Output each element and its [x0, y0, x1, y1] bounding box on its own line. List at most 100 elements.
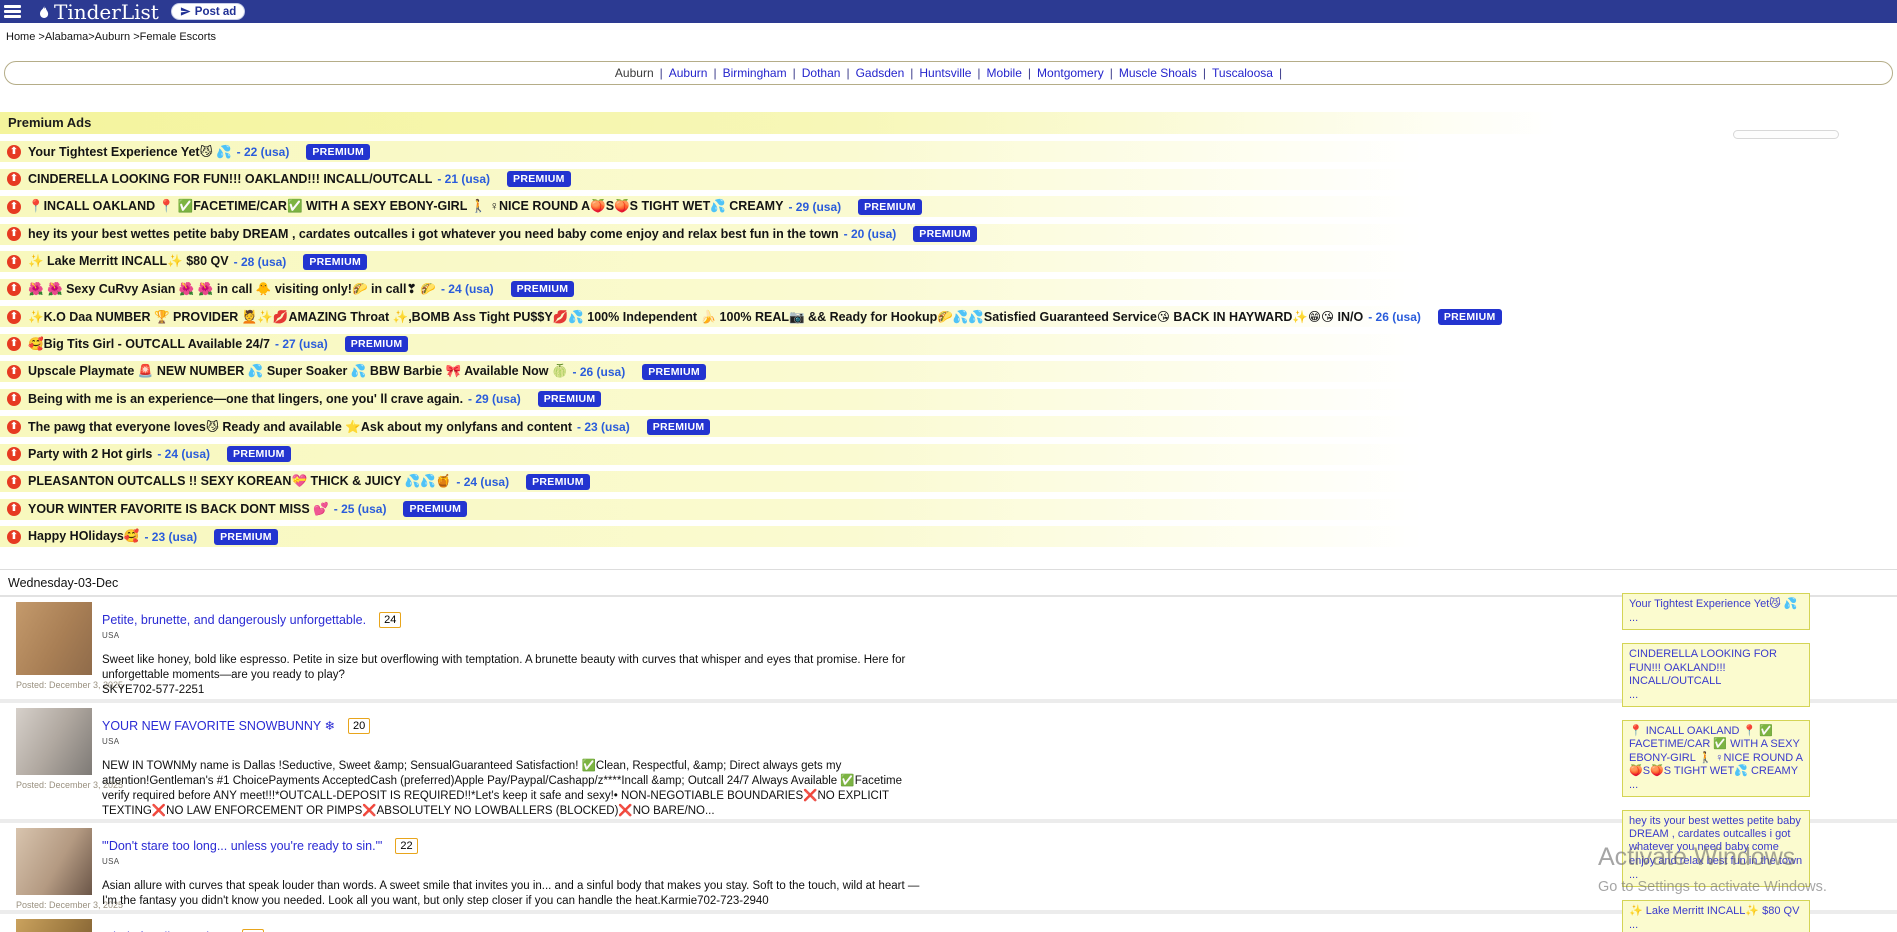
city-link-auburn-current: Auburn: [615, 66, 654, 80]
city-link-birmingham[interactable]: Birmingham: [723, 66, 787, 80]
premium-ad-row: ✨ Lake Merritt INCALL✨ $80 QV - 28 (usa)…: [0, 251, 1897, 272]
city-link-dothan[interactable]: Dothan: [802, 66, 841, 80]
premium-ad-age: - 23 (usa): [144, 530, 197, 544]
premium-ad-link[interactable]: ✨K.O Daa NUMBER 🏆 PROVIDER 💆✨💋AMAZING Th…: [28, 309, 1363, 325]
separator: |: [793, 66, 796, 80]
sidebar-card-title[interactable]: ✨ Lake Merritt INCALL✨ $80 QV: [1629, 905, 1803, 918]
sidebar-card[interactable]: CINDERELLA LOOKING FOR FUN!!! OAKLAND!!!…: [1622, 643, 1810, 707]
premium-ad-link[interactable]: Party with 2 Hot girls: [28, 447, 152, 461]
premium-ad-link[interactable]: 🥰Big Tits Girl - OUTCALL Available 24/7: [28, 337, 270, 352]
premium-ad-age: - 23 (usa): [577, 420, 630, 434]
sidebar-card-title[interactable]: hey its your best wettes petite baby DRE…: [1629, 815, 1803, 868]
premium-ad-link[interactable]: YOUR WINTER FAVORITE IS BACK DONT MISS 💕: [28, 502, 329, 517]
city-link-muscle-shoals[interactable]: Muscle Shoals: [1119, 66, 1197, 80]
boost-arrow-icon: [7, 200, 21, 214]
listing-description-text: Sweet like honey, bold like espresso. Pe…: [102, 654, 905, 681]
listing-thumbnail[interactable]: [16, 602, 92, 675]
boost-arrow-icon: [7, 255, 21, 269]
posted-date: Posted: December 3, 2025: [16, 680, 92, 690]
listing-item: A lady for all occasions 38 USA: [0, 910, 1897, 932]
premium-ad-age: - 24 (usa): [456, 475, 509, 489]
premium-badge: PREMIUM: [511, 281, 575, 297]
top-bar: TinderList Post ad: [0, 0, 1897, 23]
boost-arrow-icon: [7, 145, 21, 159]
premium-ads-section: Premium Ads Your Tightest Experience Yet…: [0, 112, 1897, 547]
age-badge: 24: [379, 612, 401, 628]
listing-title-link[interactable]: Petite, brunette, and dangerously unforg…: [102, 613, 366, 627]
site-logo[interactable]: TinderList: [36, 2, 159, 22]
city-link-montgomery[interactable]: Montgomery: [1037, 66, 1104, 80]
premium-ad-link[interactable]: Upscale Playmate 🚨 NEW NUMBER 💦 Super So…: [28, 364, 568, 379]
boost-arrow-icon: [7, 475, 21, 489]
city-link-huntsville[interactable]: Huntsville: [919, 66, 971, 80]
sidebar-card[interactable]: hey its your best wettes petite baby DRE…: [1622, 810, 1810, 887]
separator: |: [713, 66, 716, 80]
premium-ad-row: CINDERELLA LOOKING FOR FUN!!! OAKLAND!!!…: [0, 169, 1897, 190]
premium-badge: PREMIUM: [507, 171, 571, 187]
sidebar-card-title[interactable]: CINDERELLA LOOKING FOR FUN!!! OAKLAND!!!…: [1629, 648, 1803, 688]
premium-ad-link[interactable]: Being with me is an experience—one that …: [28, 392, 463, 406]
premium-ad-age: - 26 (usa): [1368, 310, 1421, 324]
city-link-gadsden[interactable]: Gadsden: [856, 66, 905, 80]
post-ad-button[interactable]: Post ad: [171, 3, 246, 20]
listing-content: "'Don't stare too long... unless you're …: [102, 828, 920, 910]
premium-ad-link[interactable]: 🌺 🌺 Sexy CuRvy Asian 🌺 🌺 in call 🐥 visit…: [28, 281, 436, 297]
listing-title-link[interactable]: YOUR NEW FAVORITE SNOWBUNNY ❄: [102, 718, 335, 733]
premium-ad-link[interactable]: hey its your best wettes petite baby DRE…: [28, 227, 839, 241]
premium-ad-link[interactable]: Your Tightest Experience Yet😼 💦: [28, 144, 232, 160]
listing-location: USA: [102, 857, 920, 866]
listing-thumbnail[interactable]: [16, 919, 92, 932]
premium-ad-link[interactable]: The pawg that everyone loves😼 Ready and …: [28, 419, 572, 435]
city-link-tuscaloosa[interactable]: Tuscaloosa: [1212, 66, 1273, 80]
boost-arrow-icon: [7, 447, 21, 461]
listing-thumbnail[interactable]: [16, 708, 92, 775]
separator: |: [846, 66, 849, 80]
premium-badge: PREMIUM: [538, 391, 602, 407]
premium-ad-row: Upscale Playmate 🚨 NEW NUMBER 💦 Super So…: [0, 361, 1897, 382]
sidebar-card-ellipsis: ...: [1629, 612, 1803, 625]
premium-ad-age: - 29 (usa): [468, 392, 521, 406]
separator: |: [1203, 66, 1206, 80]
listing-thumb-column: Posted: December 3, 2025: [16, 602, 92, 699]
premium-ad-row: 🥰Big Tits Girl - OUTCALL Available 24/7 …: [0, 334, 1897, 355]
boost-arrow-icon: [7, 337, 21, 351]
listing-thumb-column: Posted: December 3, 2025: [16, 828, 92, 910]
listing-title-link[interactable]: "'Don't stare too long... unless you're …: [102, 839, 382, 853]
menu-icon[interactable]: [4, 3, 22, 20]
paper-plane-icon: [180, 6, 191, 17]
city-link-mobile[interactable]: Mobile: [987, 66, 1022, 80]
premium-ad-link[interactable]: PLEASANTON OUTCALLS !! SEXY KOREAN💝 THIC…: [28, 474, 451, 489]
listing-thumbnail[interactable]: [16, 828, 92, 895]
premium-badge: PREMIUM: [345, 336, 409, 352]
boost-arrow-icon: [7, 227, 21, 241]
sidebar-card-ellipsis: ...: [1629, 779, 1803, 792]
listing-item: Posted: December 3, 2025 "'Don't stare t…: [0, 819, 1897, 910]
site-logo-text: TinderList: [54, 2, 159, 22]
listing-description: NEW IN TOWNMy name is Dallas !Seductive,…: [102, 759, 920, 820]
separator: |: [660, 66, 663, 80]
premium-ad-row: 🌺 🌺 Sexy CuRvy Asian 🌺 🌺 in call 🐥 visit…: [0, 279, 1897, 300]
boost-arrow-icon: [7, 530, 21, 544]
separator: |: [1279, 66, 1282, 80]
scroll-pill[interactable]: [1733, 130, 1839, 139]
premium-ad-row: Your Tightest Experience Yet😼 💦 - 22 (us…: [0, 141, 1897, 162]
sidebar-card[interactable]: ✨ Lake Merritt INCALL✨ $80 QV ...: [1622, 900, 1810, 932]
premium-ad-link[interactable]: ✨ Lake Merritt INCALL✨ $80 QV: [28, 254, 229, 269]
premium-ad-link[interactable]: Happy HOlidays🥰: [28, 529, 139, 544]
listing-content: Petite, brunette, and dangerously unforg…: [102, 602, 920, 699]
premium-ad-link[interactable]: CINDERELLA LOOKING FOR FUN!!! OAKLAND!!!…: [28, 172, 432, 186]
sidebar-card-title[interactable]: Your Tightest Experience Yet😼 💦: [1629, 598, 1803, 611]
premium-ads-heading: Premium Ads: [0, 112, 1897, 134]
breadcrumb[interactable]: Home >Alabama>Auburn >Female Escorts: [0, 23, 1897, 45]
separator: |: [977, 66, 980, 80]
premium-ad-link[interactable]: 📍INCALL OAKLAND 📍 ✅FACETIME/CAR✅ WITH A …: [28, 199, 783, 214]
sidebar-card-title[interactable]: 📍 INCALL OAKLAND 📍 ✅ FACETIME/CAR ✅ WITH…: [1629, 725, 1803, 778]
city-link-auburn[interactable]: Auburn: [669, 66, 708, 80]
page: TinderList Post ad Home >Alabama>Auburn …: [0, 0, 1897, 932]
sidebar-card-ellipsis: ...: [1629, 919, 1803, 932]
premium-badge: PREMIUM: [214, 529, 278, 545]
listing-content: A lady for all occasions 38 USA: [102, 919, 264, 932]
sidebar-card[interactable]: 📍 INCALL OAKLAND 📍 ✅ FACETIME/CAR ✅ WITH…: [1622, 720, 1810, 797]
age-badge: 20: [348, 718, 370, 734]
sidebar-card[interactable]: Your Tightest Experience Yet😼 💦 ...: [1622, 593, 1810, 630]
